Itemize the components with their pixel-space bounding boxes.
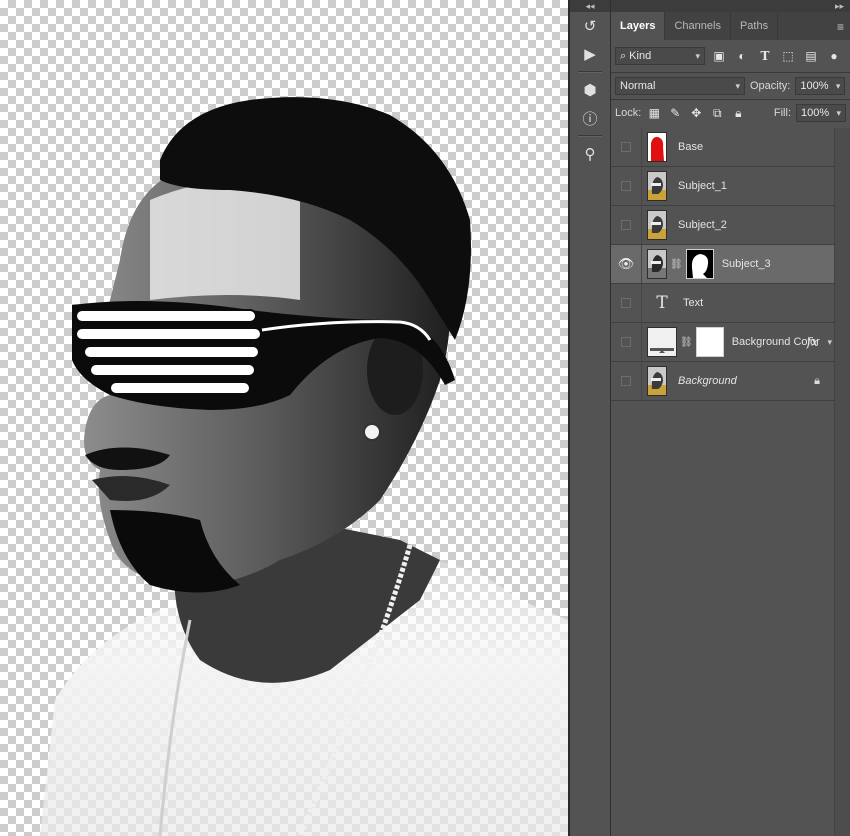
play-icon[interactable]: ▶ [570,40,610,68]
tab-channels[interactable]: Channels [665,12,731,40]
panel-dock-strip: ◂◂ ↺ ▶ ⬢ ⓘ ⚲ [570,0,611,836]
collapse-dock-left-button[interactable]: ◂◂ [570,0,610,12]
layer-name[interactable]: Subject_2 [678,219,727,231]
lock-all-icon[interactable]: 🔒︎ [730,105,746,121]
document-canvas[interactable] [0,0,568,836]
dock-divider [578,71,602,73]
clone-source-icon[interactable]: ⚲ [570,140,610,168]
layers-panel: ▸▸ Layers Channels Paths ≡ ⌕ Kind ▾ ▣ ◐ … [611,0,850,836]
fill-field[interactable]: 100% ▾ [796,104,846,122]
smart-object-filter-icon[interactable]: ▤ [802,47,820,65]
search-icon: ⌕ [620,49,627,62]
layers-scrollbar[interactable] [834,128,850,836]
layer-name[interactable]: Background [678,375,737,387]
chevron-down-icon: ▾ [735,80,740,91]
filter-kind-value: Kind [629,50,652,62]
layer-name[interactable]: Text [683,297,703,309]
visibility-toggle[interactable]: 👁︎ [611,245,642,283]
visibility-toggle[interactable] [611,323,642,361]
layer-name[interactable]: Subject_1 [678,180,727,192]
layer-thumbnail [647,171,667,201]
lock-label: Lock: [615,107,642,119]
layer-name[interactable]: Base [678,141,703,153]
layer-thumbnail [647,210,667,240]
layer-mask-thumbnail[interactable] [695,327,724,357]
chevron-down-icon: ▾ [835,80,841,91]
opacity-field[interactable]: 100% ▾ [795,77,846,95]
visibility-off-box [621,376,631,386]
mask-link-icon[interactable]: ⛓ [680,337,693,348]
layers-list: Base Subject_1 Subject_2 👁︎ ⛓ Subject_3 … [611,128,834,401]
lock-row: Lock: ▦ ✎ ✥ ⧉ 🔒︎ Fill: 100% ▾ [611,100,850,126]
blend-mode-value: Normal [620,80,656,92]
visibility-toggle[interactable] [611,284,642,322]
panel-tabs: Layers Channels Paths ≡ [611,12,850,40]
dock-divider [578,135,602,137]
visibility-off-box [621,181,631,191]
layer-row-subject-3[interactable]: 👁︎ ⛓ Subject_3 [611,245,834,284]
filter-kind-select[interactable]: ⌕ Kind ▾ [615,47,705,65]
shape-filter-icon[interactable]: ⬚ [779,47,797,65]
layer-thumbnail [647,366,667,396]
layer-row-background-color[interactable]: ⛓ Background Color fx ▾ [611,323,834,362]
fill-value: 100% [801,107,830,119]
fill-label: Fill: [773,107,791,119]
chevron-down-icon: ▾ [836,107,841,118]
opacity-value: 100% [800,80,829,92]
adjustment-filter-icon[interactable]: ◐ [733,47,751,65]
blend-row: Normal ▾ Opacity: 100% ▾ [611,73,850,99]
lock-icon[interactable]: 🔒︎ [814,375,820,388]
lock-image-pixels-icon[interactable]: ✎ [667,105,683,121]
panel-menu-icon[interactable]: ≡ [837,20,844,34]
eye-icon: 👁︎ [617,256,635,271]
lock-artboard-icon[interactable]: ⧉ [709,105,725,121]
history-icon[interactable]: ↺ [570,12,610,40]
filter-toggle-icon[interactable]: ● [825,47,843,65]
image-filter-icon[interactable]: ▣ [710,47,728,65]
mask-link-icon[interactable]: ⛓ [670,259,683,270]
layer-row-subject-2[interactable]: Subject_2 [611,206,834,245]
collapse-dock-right-button[interactable]: ▸▸ [611,0,850,12]
layer-row-text[interactable]: T Text [611,284,834,323]
layer-mask-thumbnail[interactable] [685,249,714,279]
type-layer-icon: T [656,293,668,313]
visibility-off-box [621,298,631,308]
visibility-off-box [621,142,631,152]
layer-row-subject-1[interactable]: Subject_1 [611,167,834,206]
visibility-toggle[interactable] [611,128,642,166]
visibility-off-box [621,220,631,230]
visibility-toggle[interactable] [611,167,642,205]
visibility-toggle[interactable] [611,206,642,244]
layer-thumbnail [647,249,667,279]
layer-row-background[interactable]: Background 🔒︎ [611,362,834,401]
chevron-down-icon[interactable]: ▾ [827,337,832,348]
lock-position-icon[interactable]: ✥ [688,105,704,121]
layer-thumbnail [647,132,667,162]
tab-paths[interactable]: Paths [731,12,779,40]
lock-transparent-pixels-icon[interactable]: ▦ [646,105,662,121]
opacity-label: Opacity: [750,80,791,92]
blend-mode-select[interactable]: Normal ▾ [615,77,745,95]
layer-effects-icon[interactable]: fx [807,335,818,349]
3d-cube-icon[interactable]: ⬢ [570,76,610,104]
chevron-down-icon: ▾ [695,50,700,61]
subject-photo [40,97,568,836]
visibility-off-box [621,337,631,347]
tab-layers[interactable]: Layers [611,12,666,40]
info-icon[interactable]: ⓘ [570,104,610,132]
visibility-toggle[interactable] [611,362,642,400]
fill-layer-thumbnail [647,327,677,357]
layer-filter-row: ⌕ Kind ▾ ▣ ◐ T ⬚ ▤ ● [611,40,850,72]
layer-row-base[interactable]: Base [611,128,834,167]
layer-name[interactable]: Subject_3 [722,258,771,270]
type-filter-icon[interactable]: T [756,47,774,65]
